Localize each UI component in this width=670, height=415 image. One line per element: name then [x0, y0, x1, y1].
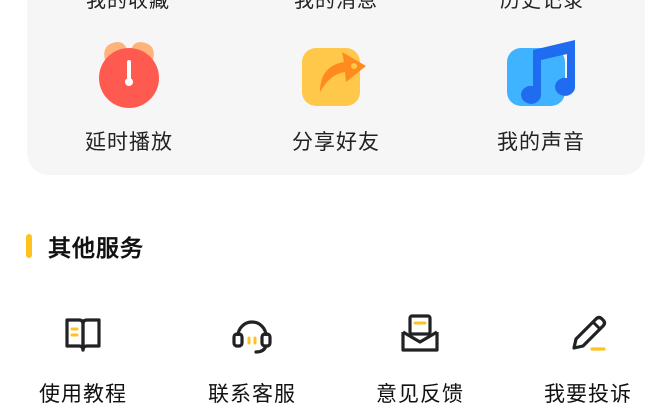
feature-delay-playback[interactable]: 延时播放 [44, 36, 214, 156]
section-title: 其他服务 [48, 236, 144, 262]
pencil-icon [566, 312, 610, 356]
service-customer-support[interactable]: 联系客服 [182, 312, 322, 408]
feature-label: 分享好友 [292, 130, 380, 154]
service-label: 我要投诉 [544, 382, 632, 406]
feature-label: 延时播放 [85, 130, 173, 154]
section-accent-bar [26, 234, 32, 258]
service-label: 联系客服 [208, 382, 296, 406]
service-tutorial[interactable]: 使用教程 [13, 312, 153, 408]
feature-label: 我的声音 [497, 130, 585, 154]
feature-share-friends[interactable]: 分享好友 [251, 36, 421, 156]
headset-icon [230, 312, 274, 356]
cut-label-3: 历史记录 [500, 0, 584, 12]
music-note-icon [503, 36, 579, 112]
service-label: 使用教程 [39, 382, 127, 406]
book-icon [61, 312, 105, 356]
cut-label-1: 我的收藏 [86, 0, 170, 12]
share-arrow-icon [298, 36, 374, 112]
service-label: 意见反馈 [376, 382, 464, 406]
alarm-clock-icon [91, 36, 167, 112]
cut-label-2: 我的消息 [294, 0, 378, 12]
feedback-mail-icon [398, 312, 442, 356]
cut-off-labels: 我的收藏 我的消息 历史记录 [0, 0, 670, 12]
feature-my-voice[interactable]: 我的声音 [456, 36, 626, 156]
service-feedback[interactable]: 意见反馈 [350, 312, 490, 408]
service-complaint[interactable]: 我要投诉 [518, 312, 658, 408]
other-services-header: 其他服务 [26, 229, 144, 263]
